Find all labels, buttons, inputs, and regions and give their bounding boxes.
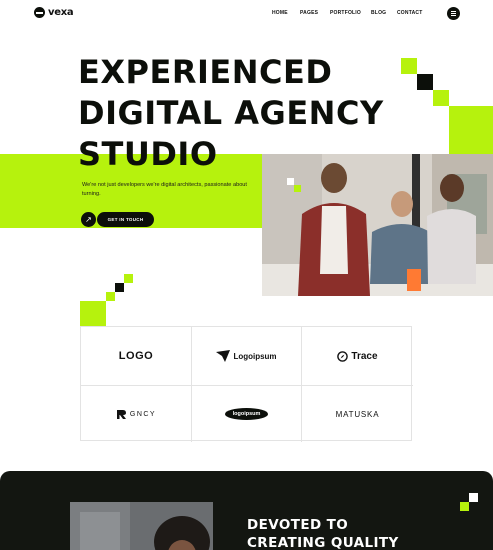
decor-square: [417, 74, 433, 90]
decor-square: [287, 178, 294, 185]
decor-square: [294, 185, 301, 192]
partner-logo[interactable]: Logoipsum: [192, 327, 302, 386]
decor-square: [449, 106, 493, 154]
decor-square: [469, 493, 478, 502]
partner-logo[interactable]: GNCY: [81, 386, 192, 442]
arrow-up-right-icon[interactable]: ↗: [81, 212, 96, 227]
partner-logo[interactable]: Trace: [302, 327, 413, 386]
site-header: vexa HOME PAGES PORTFOLIO BLOG CONTACT: [0, 0, 493, 28]
decor-square: [115, 283, 124, 292]
wing-logo-icon: [216, 350, 231, 362]
r-logo-icon: [116, 409, 126, 419]
partner-logo-text: MATUSKA: [335, 409, 380, 419]
about-section: DEVOTED TO CREATING QUALITY: [0, 471, 493, 550]
partner-logo[interactable]: logoipsum: [192, 386, 302, 442]
partner-logo-text: Trace: [351, 350, 378, 362]
decor-square: [433, 90, 449, 106]
partner-logo-text: logoipsum: [224, 408, 269, 420]
decor-square: [262, 154, 287, 172]
partner-logo[interactable]: LOGO: [81, 327, 192, 386]
compass-logo-icon: [337, 350, 349, 362]
nav-link-blog[interactable]: BLOG: [371, 10, 386, 16]
nav-link-portfolio[interactable]: PORTFOLIO: [330, 10, 361, 16]
globe-logo-icon: [34, 7, 45, 18]
decor-square: [106, 292, 115, 301]
partner-logo[interactable]: MATUSKA: [302, 386, 413, 442]
hero-subtitle: We're not just developers we're digital …: [82, 182, 247, 197]
menu-icon[interactable]: [447, 7, 460, 20]
partner-logos-grid: LOGO Logoipsum Trace GNCY logoipsum MATU…: [80, 326, 413, 442]
decor-square: [469, 502, 478, 511]
partner-logo-text: LOGO: [118, 350, 154, 362]
portrait-photo: [70, 502, 213, 550]
partner-logo-text: Logoipsum: [233, 351, 277, 361]
decor-square: [124, 274, 133, 283]
hero-team-photo: [262, 154, 493, 296]
brand-logo[interactable]: vexa: [34, 7, 74, 18]
decor-square: [80, 301, 106, 326]
partner-logo-text: GNCY: [129, 410, 157, 418]
nav-link-contact[interactable]: CONTACT: [397, 10, 422, 16]
get-in-touch-button[interactable]: GET IN TOUCH: [97, 212, 154, 227]
brand-name: vexa: [48, 7, 74, 18]
nav-link-home[interactable]: HOME: [272, 10, 288, 16]
section-title: DEVOTED TO CREATING QUALITY: [247, 517, 399, 550]
decor-square: [460, 502, 469, 511]
nav-link-pages[interactable]: PAGES: [300, 10, 318, 16]
